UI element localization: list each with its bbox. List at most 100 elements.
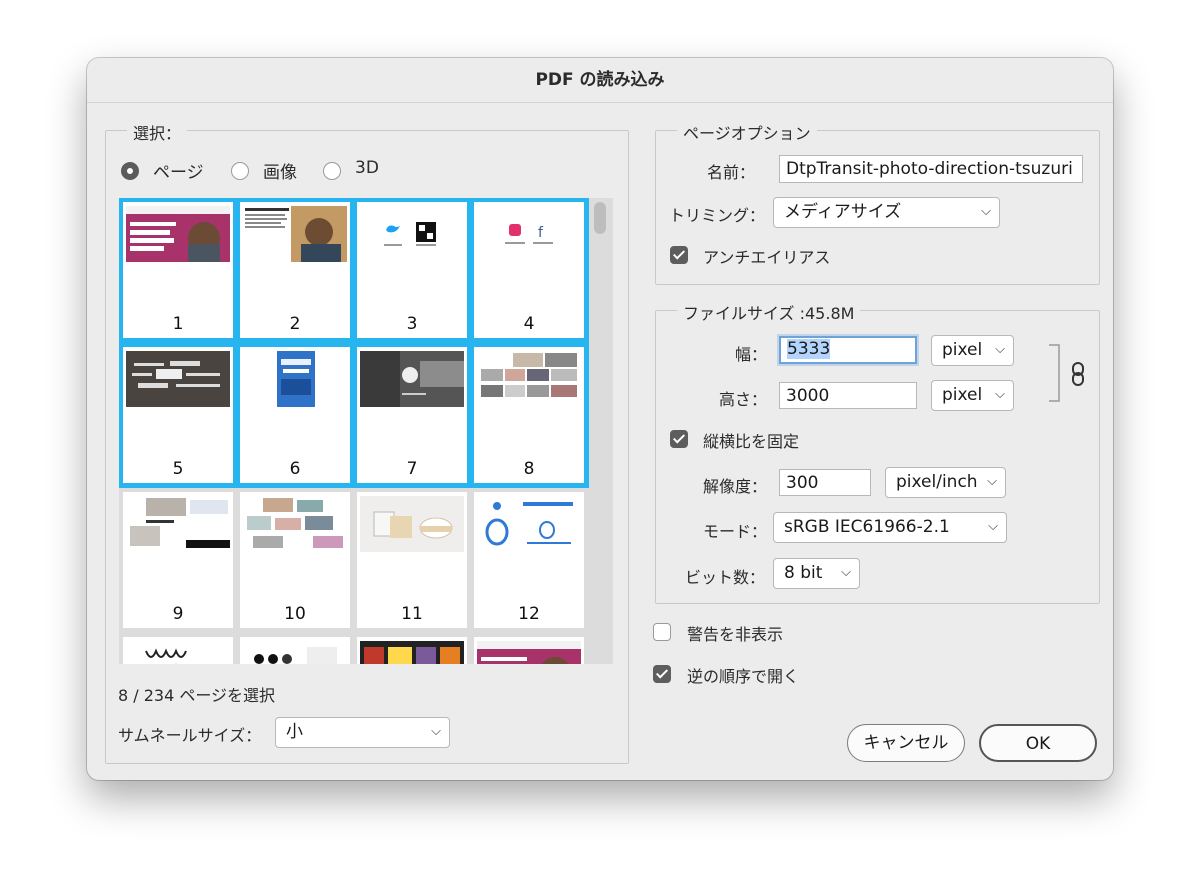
ok-button[interactable]: OK bbox=[979, 724, 1097, 762]
thumbnail-image bbox=[360, 496, 464, 552]
thumbnail-number: 11 bbox=[401, 604, 423, 624]
thumbnail-number: 6 bbox=[289, 459, 301, 479]
thumbnail-page-5[interactable]: 5 bbox=[119, 342, 238, 488]
thumbnail-number: 9 bbox=[172, 604, 184, 624]
thumbnail-number: 10 bbox=[284, 604, 306, 624]
thumbnail-number: 8 bbox=[523, 459, 535, 479]
thumbnail-page-14[interactable]: 14 bbox=[240, 637, 350, 664]
thumbnail-page-7[interactable]: 7 bbox=[352, 342, 472, 488]
thumbnail-image bbox=[243, 351, 347, 407]
thumbnail-page-12[interactable]: 12 bbox=[474, 492, 584, 628]
thumbnail-page-9[interactable]: 9 bbox=[123, 492, 233, 628]
thumbnail-number: 1 bbox=[172, 314, 184, 334]
thumbnail-image bbox=[243, 496, 347, 552]
width-value: 5333 bbox=[787, 339, 831, 359]
scrollbar-thumb[interactable] bbox=[594, 202, 606, 234]
width-label: 幅： bbox=[735, 345, 768, 364]
thumb-size-label: サムネールサイズ： bbox=[118, 726, 262, 745]
resolution-unit-value: pixel/inch bbox=[896, 472, 978, 492]
thumbnail-image bbox=[126, 351, 230, 407]
bits-select[interactable]: 8 bit ⌵ bbox=[773, 558, 860, 589]
radio-image[interactable] bbox=[231, 162, 249, 180]
radio-3d[interactable] bbox=[323, 162, 341, 180]
thumbnail-image bbox=[126, 641, 230, 664]
file-size-legend: ファイルサイズ :45.8M bbox=[677, 300, 861, 324]
trim-value: メディアサイズ bbox=[784, 202, 902, 222]
thumbnail-page-3[interactable]: 3 bbox=[352, 198, 472, 343]
constrain-proportions-label[interactable]: 縦横比を固定 bbox=[703, 428, 799, 452]
thumbnail-scrollbar[interactable] bbox=[593, 202, 608, 662]
height-unit-select[interactable]: pixel ⌵ bbox=[931, 380, 1014, 411]
resolution-field[interactable]: 300 bbox=[779, 469, 871, 496]
bits-label: ビット数： bbox=[685, 568, 766, 587]
thumbnail-page-2[interactable]: 2 bbox=[235, 198, 355, 343]
bits-value: 8 bit bbox=[784, 563, 823, 583]
chevron-down-icon: ⌵ bbox=[431, 724, 441, 739]
reverse-order-checkbox[interactable] bbox=[653, 665, 671, 683]
radio-page-label[interactable]: ページ bbox=[153, 158, 204, 183]
name-field[interactable]: DtpTransit-photo-direction-tsuzuri bbox=[779, 155, 1083, 183]
height-unit-value: pixel bbox=[942, 385, 983, 405]
thumbnail-image bbox=[243, 206, 347, 262]
chevron-down-icon: ⌵ bbox=[841, 565, 851, 580]
page-options-legend: ページオプション bbox=[677, 120, 817, 144]
thumbnail-number: 2 bbox=[289, 314, 301, 334]
name-label: 名前： bbox=[707, 163, 756, 182]
chevron-down-icon: ⌵ bbox=[981, 204, 991, 219]
thumbnail-number: 3 bbox=[406, 314, 418, 334]
width-field[interactable]: 5333 bbox=[779, 336, 917, 364]
chevron-down-icon: ⌵ bbox=[988, 519, 998, 534]
thumb-size-value: 小 bbox=[286, 722, 303, 742]
thumbnail-number: 4 bbox=[523, 314, 535, 334]
chevron-down-icon: ⌵ bbox=[987, 474, 997, 489]
thumbnail-image: f bbox=[477, 206, 581, 262]
thumbnail-image bbox=[360, 351, 464, 407]
thumb-size-select[interactable]: 小 ⌵ bbox=[275, 717, 450, 748]
thumbnail-page-1[interactable]: 1 bbox=[119, 198, 238, 343]
thumbnail-page-13[interactable]: 13 bbox=[123, 637, 233, 664]
thumbnail-grid[interactable]: 1 2 3 f 4 5 6 7 8 9 10 11 12 bbox=[119, 198, 613, 664]
chevron-down-icon: ⌵ bbox=[995, 342, 1005, 357]
thumbnail-image bbox=[243, 641, 347, 664]
thumbnail-page-4[interactable]: f 4 bbox=[469, 198, 589, 343]
antialias-label[interactable]: アンチエイリアス bbox=[703, 244, 830, 268]
mode-select[interactable]: sRGB IEC61966-2.1 ⌵ bbox=[773, 512, 1007, 543]
reverse-order-label[interactable]: 逆の順序で開く bbox=[687, 663, 799, 687]
thumbnail-image bbox=[477, 496, 581, 552]
thumbnail-page-8[interactable]: 8 bbox=[469, 342, 589, 488]
radio-page[interactable] bbox=[121, 162, 139, 180]
width-unit-select[interactable]: pixel ⌵ bbox=[931, 335, 1014, 366]
thumbnail-page-10[interactable]: 10 bbox=[240, 492, 350, 628]
suppress-warnings-label[interactable]: 警告を非表示 bbox=[687, 621, 783, 645]
chain-link-icon[interactable] bbox=[1071, 362, 1085, 386]
antialias-checkbox[interactable] bbox=[670, 246, 688, 264]
mode-label: モード： bbox=[703, 522, 768, 541]
suppress-warnings-checkbox[interactable] bbox=[653, 623, 671, 641]
thumbnail-page-15[interactable]: 15 bbox=[357, 637, 467, 664]
thumbnail-image bbox=[360, 641, 464, 664]
radio-image-label[interactable]: 画像 bbox=[263, 158, 297, 183]
thumbnail-image bbox=[126, 206, 230, 262]
thumbnail-page-16[interactable]: 16 bbox=[474, 637, 584, 664]
thumbnail-image bbox=[126, 496, 230, 552]
trim-select[interactable]: メディアサイズ ⌵ bbox=[773, 197, 1000, 228]
width-unit-value: pixel bbox=[942, 340, 983, 360]
chevron-down-icon: ⌵ bbox=[995, 387, 1005, 402]
cancel-button[interactable]: キャンセル bbox=[847, 724, 965, 762]
height-field[interactable]: 3000 bbox=[779, 382, 917, 409]
pdf-import-dialog: PDF の読み込み 選択： ページ 画像 3D 1 2 3 f 4 5 6 7 … bbox=[87, 58, 1113, 780]
resolution-unit-select[interactable]: pixel/inch ⌵ bbox=[885, 467, 1006, 498]
thumbnail-number: 12 bbox=[518, 604, 540, 624]
thumbnail-page-11[interactable]: 11 bbox=[357, 492, 467, 628]
select-legend: 選択： bbox=[127, 120, 188, 144]
radio-3d-label[interactable]: 3D bbox=[355, 158, 379, 178]
trim-label: トリミング： bbox=[669, 206, 766, 225]
thumbnail-number: 7 bbox=[406, 459, 418, 479]
constrain-proportions-checkbox[interactable] bbox=[670, 430, 688, 448]
height-label: 高さ： bbox=[719, 390, 768, 409]
thumbnail-number: 5 bbox=[172, 459, 184, 479]
mode-value: sRGB IEC61966-2.1 bbox=[784, 517, 950, 537]
thumbnail-page-6[interactable]: 6 bbox=[235, 342, 355, 488]
dialog-title: PDF の読み込み bbox=[87, 58, 1113, 103]
thumbnail-image bbox=[360, 206, 464, 262]
